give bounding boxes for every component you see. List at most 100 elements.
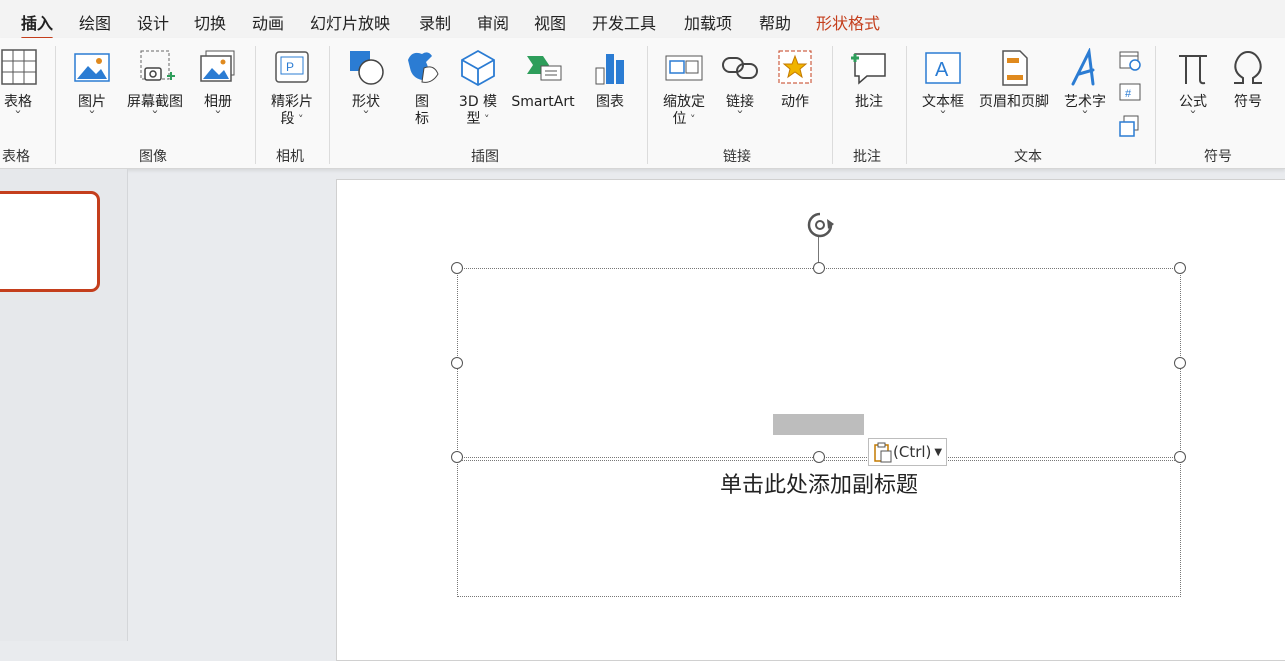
- slide-number-icon: #: [1119, 83, 1141, 101]
- tab-help[interactable]: 帮助: [759, 10, 791, 34]
- group-label-symbols: 符号: [1204, 149, 1232, 165]
- text-selection-highlight: [773, 414, 864, 435]
- date-time-button[interactable]: [1118, 48, 1142, 72]
- group-label-images: 图像: [139, 149, 167, 165]
- action-button[interactable]: 动作: [773, 48, 817, 111]
- tab-shape-format[interactable]: 形状格式: [816, 10, 880, 34]
- slide-thumbnail-pane: [0, 169, 128, 641]
- resize-handle-bottom[interactable]: [813, 451, 825, 463]
- link-button[interactable]: 链接 ˅: [718, 48, 762, 121]
- textbox-icon: A: [925, 52, 961, 84]
- caret-down-icon: ▼: [934, 446, 943, 458]
- chart-label: 图表: [596, 94, 624, 110]
- resize-handle-bottom-right[interactable]: [1174, 451, 1186, 463]
- chevron-down-icon: ˅: [362, 109, 370, 122]
- resize-handle-right[interactable]: [1174, 357, 1186, 369]
- icons-icon: [408, 52, 439, 83]
- photo-album-label: 相册: [204, 94, 232, 110]
- resize-handle-top-left[interactable]: [451, 262, 463, 274]
- zoom-label-line2: 位: [672, 111, 687, 127]
- group-divider: [647, 46, 648, 164]
- tab-review[interactable]: 审阅: [477, 10, 509, 34]
- svg-text:A: A: [935, 59, 949, 81]
- tab-animations[interactable]: 动画: [252, 10, 284, 34]
- pi-icon: [1179, 55, 1207, 85]
- screenshot-button[interactable]: 屏幕截图 ˅: [122, 48, 188, 121]
- group-label-camera: 相机: [276, 149, 304, 165]
- tab-draw[interactable]: 绘图: [79, 10, 111, 34]
- group-divider: [55, 46, 56, 164]
- resize-handle-top-right[interactable]: [1174, 262, 1186, 274]
- group-divider: [832, 46, 833, 164]
- chevron-down-icon: ˅: [14, 109, 22, 122]
- group-label-links: 链接: [723, 149, 751, 165]
- svg-text:P: P: [286, 60, 294, 74]
- tab-developer[interactable]: 开发工具: [592, 10, 656, 34]
- equation-button[interactable]: 公式 ˅: [1168, 48, 1218, 121]
- table-label: 表格: [4, 94, 32, 110]
- tab-transitions[interactable]: 切换: [194, 10, 226, 34]
- comment-button[interactable]: 批注: [846, 48, 892, 111]
- tab-addins[interactable]: 加载项: [684, 10, 732, 34]
- omega-icon: [1234, 50, 1262, 84]
- tab-view[interactable]: 视图: [534, 10, 566, 34]
- cameo-label-line2: 段: [280, 111, 295, 127]
- header-footer-icon: [1002, 50, 1028, 86]
- group-divider: [906, 46, 907, 164]
- wordart-button[interactable]: 艺术字 ˅: [1060, 48, 1110, 121]
- shapes-icon: [350, 51, 384, 85]
- slide-thumbnail-selected[interactable]: [0, 191, 100, 292]
- svg-text:#: #: [1125, 88, 1132, 100]
- symbol-label: 符号: [1234, 94, 1262, 110]
- resize-handle-left[interactable]: [451, 357, 463, 369]
- table-icon: [1, 49, 37, 85]
- chart-button[interactable]: 图表: [588, 48, 632, 111]
- paste-options-label: (Ctrl): [893, 443, 932, 461]
- textbox-button[interactable]: A 文本框 ˅: [917, 48, 969, 121]
- chevron-down-icon: ˅: [294, 113, 304, 126]
- cube-icon: [461, 49, 495, 87]
- tab-record[interactable]: 录制: [419, 10, 451, 34]
- symbol-button[interactable]: 符号: [1225, 48, 1271, 111]
- header-footer-button[interactable]: 页眉和页脚: [973, 48, 1055, 111]
- photo-album-button[interactable]: 相册 ˅: [196, 48, 240, 121]
- ribbon-tab-bar: 插入 绘图 设计 切换 动画 幻灯片放映 录制 审阅 视图 开发工具 加载项 帮…: [0, 0, 1285, 40]
- zoom-button[interactable]: 缩放定 位 ˅: [656, 48, 712, 128]
- screenshot-icon: [140, 50, 175, 81]
- wordart-icon: [1071, 48, 1095, 86]
- shapes-button[interactable]: 形状 ˅: [344, 48, 388, 121]
- icons-button[interactable]: 图 标: [400, 48, 444, 128]
- resize-handle-top[interactable]: [813, 262, 825, 274]
- ribbon: 表格 ˅ 表格 图片 ˅ 屏幕截图 ˅ 相册 ˅ 图像 P 精彩片 段 ˅ 相机…: [0, 38, 1285, 169]
- paste-options-button[interactable]: (Ctrl) ▼: [868, 438, 947, 466]
- resize-handle-bottom-left[interactable]: [451, 451, 463, 463]
- table-button[interactable]: 表格 ˅: [0, 48, 44, 121]
- group-label-comments: 批注: [853, 149, 881, 165]
- group-label-table: 表格: [2, 149, 30, 165]
- group-label-text: 文本: [1014, 149, 1042, 165]
- subtitle-placeholder[interactable]: 单击此处添加副标题: [457, 460, 1181, 597]
- clipboard-icon: [874, 442, 892, 463]
- 3d-models-label-line2: 型: [466, 111, 481, 127]
- object-button[interactable]: [1118, 114, 1142, 138]
- photo-album-icon: [200, 50, 235, 82]
- 3d-models-button[interactable]: 3D 模 型 ˅: [452, 48, 504, 128]
- tab-slideshow[interactable]: 幻灯片放映: [310, 10, 390, 34]
- tab-insert[interactable]: 插入: [21, 10, 54, 40]
- picture-button[interactable]: 图片 ˅: [70, 48, 114, 121]
- slide-number-button[interactable]: #: [1118, 80, 1142, 104]
- icons-label-line2: 标: [415, 111, 429, 127]
- cameo-icon: P: [275, 51, 309, 83]
- picture-icon: [74, 53, 110, 82]
- link-label: 链接: [726, 94, 754, 110]
- smartart-icon: [527, 56, 562, 81]
- chevron-down-icon: ˅: [480, 113, 490, 126]
- comment-label: 批注: [855, 94, 883, 110]
- subtitle-placeholder-text: 单击此处添加副标题: [719, 473, 918, 498]
- action-label: 动作: [781, 94, 809, 110]
- rotation-handle-icon[interactable]: [804, 210, 836, 242]
- smartart-button[interactable]: SmartArt: [508, 48, 578, 111]
- tab-design[interactable]: 设计: [137, 10, 169, 34]
- cameo-button[interactable]: P 精彩片 段 ˅: [265, 48, 319, 128]
- icons-label-line1: 图: [415, 94, 429, 110]
